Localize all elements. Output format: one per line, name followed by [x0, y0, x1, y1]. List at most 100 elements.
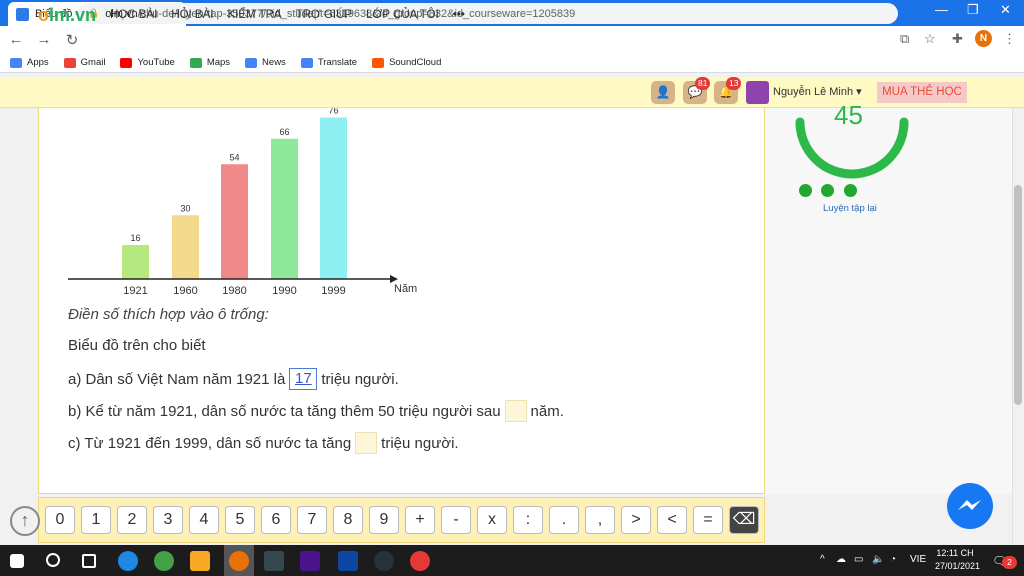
answer-a-input[interactable]: 17	[289, 368, 318, 390]
bookmark-star-icon[interactable]: ☆	[924, 31, 936, 47]
translate-icon	[300, 57, 313, 68]
keypad-key[interactable]: 8	[333, 506, 363, 534]
terminal-icon[interactable]	[264, 551, 284, 571]
translate-page-icon[interactable]: ⧉	[900, 31, 909, 47]
retry-link[interactable]: Luyện tập lại	[823, 203, 877, 214]
keypad-key[interactable]: -	[441, 506, 471, 534]
profile-avatar[interactable]: N	[975, 30, 992, 47]
notifications-badge: 13	[726, 77, 742, 90]
search-icon[interactable]	[46, 553, 60, 567]
olm-nav: HỌC BÀI HỎI BÀI KIỂM TRA TRỢ GIÚP LỚP CỦ…	[110, 9, 479, 21]
keypad-key[interactable]: <	[657, 506, 687, 534]
reload-icon[interactable]: ↻	[60, 31, 84, 49]
keypad-key[interactable]: 6	[261, 506, 291, 534]
nav-hoi-bai[interactable]: HỎI BÀI	[171, 9, 213, 21]
keypad-key[interactable]: =	[693, 506, 723, 534]
youtube-icon	[120, 57, 133, 68]
olm-favicon-icon	[16, 7, 29, 21]
x-tick-label: 1999	[321, 285, 345, 297]
olm-logo[interactable]: olm.vn	[38, 5, 96, 26]
keypad-key[interactable]: 3	[153, 506, 183, 534]
bookmark-soundcloud[interactable]: SoundCloud	[372, 57, 441, 68]
nav-tro-giup[interactable]: TRỢ GIÚP	[296, 9, 353, 21]
bar-1960	[172, 215, 199, 279]
tray-cloud-icon[interactable]: ☁	[836, 554, 846, 565]
nav-hoc-bai[interactable]: HỌC BÀI	[110, 9, 157, 21]
math-keypad	[38, 497, 765, 543]
steam-icon[interactable]	[374, 551, 394, 571]
keypad-key[interactable]: 1	[81, 506, 111, 534]
bar-value-label: 54	[229, 152, 239, 162]
tray-chevron-icon[interactable]: ^	[820, 554, 825, 565]
bookmark-youtube[interactable]: YouTube	[120, 57, 175, 68]
messenger-bolt-icon	[958, 500, 981, 510]
back-arrow-icon[interactable]: ←	[4, 31, 28, 48]
keypad-key[interactable]: x	[477, 506, 507, 534]
bookmark-apps[interactable]: Apps	[10, 57, 49, 68]
file-explorer-icon[interactable]	[190, 551, 210, 571]
scroll-up-icon[interactable]: ↑	[10, 506, 40, 536]
question-a: a) Dân số Việt Nam năm 1921 là 17 triệu …	[68, 368, 399, 390]
maps-icon	[189, 57, 202, 68]
browser-toolbar: ← → ↻	[0, 26, 1024, 53]
x-tick-label: 1921	[123, 285, 147, 297]
bookmark-maps[interactable]: Maps	[189, 57, 230, 68]
keypad-key[interactable]: :	[513, 506, 543, 534]
keypad-key[interactable]: 2	[117, 506, 147, 534]
keypad-key[interactable]: ⌫	[729, 506, 759, 534]
population-bar-chart: 16 1921 30 1960 54 1980 66 1990 76 1999 Năm	[68, 108, 417, 297]
nav-lop-cua-toi[interactable]: LỚP CỦA TÔI	[366, 9, 439, 21]
tray-wifi-icon[interactable]: ◔	[890, 554, 896, 565]
nav-kiem-tra[interactable]: KIỂM TRA	[227, 9, 281, 21]
nav-more[interactable]: •••	[453, 9, 465, 21]
question-c: c) Từ 1921 đến 1999, dân số nước ta tăng…	[68, 432, 459, 454]
progress-dot	[821, 184, 834, 197]
keypad-key[interactable]: 5	[225, 506, 255, 534]
bookmark-gmail[interactable]: Gmail	[63, 57, 105, 68]
task-view-icon[interactable]	[82, 554, 96, 568]
forward-arrow-icon[interactable]: →	[32, 31, 56, 48]
minimize-icon[interactable]: —	[935, 2, 948, 17]
keypad-key[interactable]: .	[549, 506, 579, 534]
bar-value-label: 16	[130, 233, 140, 243]
answer-b-input[interactable]	[504, 400, 527, 422]
tray-battery-icon[interactable]: ▭	[854, 554, 863, 565]
clock-time: 12:11 CH	[936, 548, 974, 558]
edge-icon[interactable]	[118, 551, 138, 571]
keypad-key[interactable]: 7	[297, 506, 327, 534]
keypad-key[interactable]: ,	[585, 506, 615, 534]
extensions-icon[interactable]: ✚	[952, 31, 963, 47]
messenger-chat-icon[interactable]	[947, 483, 993, 529]
keypad-key[interactable]: 9	[369, 506, 399, 534]
app-red-icon[interactable]	[410, 551, 430, 571]
question-c-text: c) Từ 1921 đến 1999, dân số nước ta tăng	[68, 434, 352, 452]
soundcloud-icon	[372, 57, 385, 68]
question-a-unit: triệu người.	[321, 370, 399, 388]
question-b-unit: năm.	[530, 402, 564, 420]
user-avatar[interactable]	[746, 81, 769, 104]
bar-value-label: 76	[328, 108, 338, 116]
premiere-icon[interactable]	[300, 551, 320, 571]
tray-ime[interactable]: VIE	[910, 554, 926, 565]
app-green-icon[interactable]	[154, 551, 174, 571]
restore-icon[interactable]: ❐	[967, 2, 979, 18]
photoshop-icon[interactable]	[338, 551, 358, 571]
x-axis-label: Năm	[394, 283, 417, 295]
window-close-icon[interactable]: ✕	[1000, 2, 1011, 18]
clock-date: 27/01/2021	[935, 561, 981, 571]
bookmark-translate[interactable]: Translate	[300, 57, 357, 68]
windows-start-icon[interactable]	[10, 554, 24, 568]
keypad-key[interactable]: +	[405, 506, 435, 534]
tray-clock[interactable]: 12:11 CH 27/01/2021	[935, 547, 981, 573]
scrollbar-thumb[interactable]	[1014, 185, 1022, 405]
bookmark-news[interactable]: News	[245, 57, 286, 68]
chrome-icon[interactable]	[229, 551, 249, 571]
gmail-icon	[63, 57, 76, 68]
keypad-key[interactable]: 0	[45, 506, 75, 534]
keypad-key[interactable]: >	[621, 506, 651, 534]
add-friend-icon[interactable]: 👤	[651, 81, 675, 104]
chrome-menu-icon[interactable]: ⋮	[1003, 31, 1016, 47]
tray-volume-icon[interactable]: 🔈	[872, 554, 884, 565]
answer-c-input[interactable]	[355, 432, 378, 454]
keypad-key[interactable]: 4	[189, 506, 219, 534]
